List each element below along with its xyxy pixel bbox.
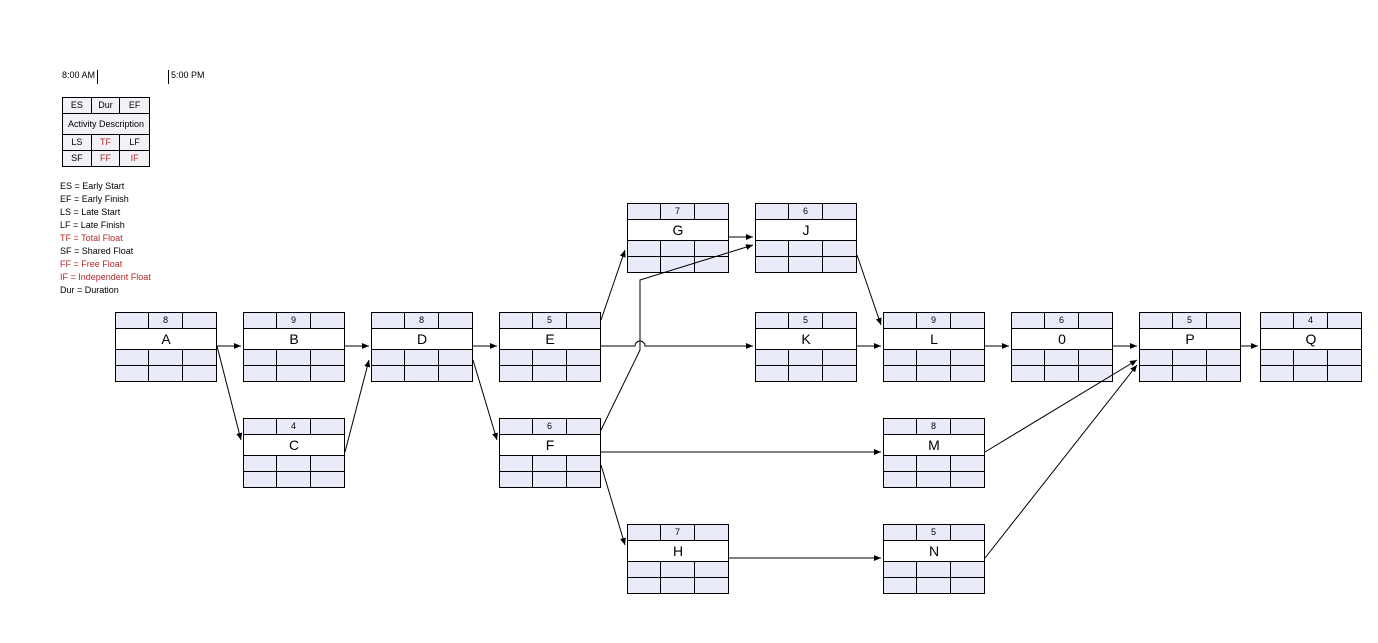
legend-ls: LS [63,135,92,150]
activity-K: 5 K [755,312,857,382]
activity-G: 7 G [627,203,729,273]
name-A: A [116,329,216,349]
time-end: 5:00 PM [171,70,205,80]
name-L: L [884,329,984,349]
dur-D: 8 [405,313,438,328]
name-O: 0 [1012,329,1112,349]
dur-A: 8 [149,313,182,328]
legend-box: ES Dur EF Activity Description LS TF LF … [62,97,150,167]
dur-H: 7 [661,525,694,540]
activity-N: 5 N [883,524,985,594]
dur-O: 6 [1045,313,1078,328]
def-ef: EF = Early Finish [60,193,151,206]
tick-icon [97,70,98,84]
def-dur: Dur = Duration [60,284,151,297]
def-sf: SF = Shared Float [60,245,151,258]
activity-E: 5 E [499,312,601,382]
name-F: F [500,435,600,455]
name-Q: Q [1261,329,1361,349]
activity-D: 8 D [371,312,473,382]
activity-A: 8 A [115,312,217,382]
def-lf: LF = Late Finish [60,219,151,232]
name-J: J [756,220,856,240]
def-es: ES = Early Start [60,180,151,193]
legend-sf: SF [63,151,92,166]
activity-J: 6 J [755,203,857,273]
def-ff: FF = Free Float [60,258,151,271]
legend-dur: Dur [92,98,121,113]
name-B: B [244,329,344,349]
activity-H: 7 H [627,524,729,594]
legend-ff: FF [92,151,121,166]
time-start: 8:00 AM [62,70,95,80]
def-tf: TF = Total Float [60,232,151,245]
activity-M: 8 M [883,418,985,488]
legend-ef: EF [120,98,149,113]
name-K: K [756,329,856,349]
activity-L: 9 L [883,312,985,382]
activity-B: 9 B [243,312,345,382]
activity-F: 6 F [499,418,601,488]
dur-L: 9 [917,313,950,328]
name-M: M [884,435,984,455]
dur-P: 5 [1173,313,1206,328]
legend-lf: LF [120,135,149,150]
legend-tf: TF [92,135,121,150]
pert-diagram: 8:00 AM 5:00 PM ES Dur EF Activity Descr… [0,0,1378,643]
dur-E: 5 [533,313,566,328]
legend-activity: Activity Description [63,114,149,134]
dur-K: 5 [789,313,822,328]
abbreviation-list: ES = Early Start EF = Early Finish LS = … [60,180,151,297]
tick-icon [168,70,169,84]
dur-F: 6 [533,419,566,434]
name-C: C [244,435,344,455]
dur-N: 5 [917,525,950,540]
name-E: E [500,329,600,349]
activity-Q: 4 Q [1260,312,1362,382]
dur-M: 8 [917,419,950,434]
dur-C: 4 [277,419,310,434]
name-H: H [628,541,728,561]
dur-G: 7 [661,204,694,219]
dur-Q: 4 [1294,313,1327,328]
def-if: IF = Independent Float [60,271,151,284]
activity-C: 4 C [243,418,345,488]
def-ls: LS = Late Start [60,206,151,219]
name-N: N [884,541,984,561]
name-D: D [372,329,472,349]
activity-O: 6 0 [1011,312,1113,382]
name-G: G [628,220,728,240]
legend-if: IF [120,151,149,166]
time-bar: 8:00 AM 5:00 PM [62,70,205,84]
dur-J: 6 [789,204,822,219]
dur-B: 9 [277,313,310,328]
legend-es: ES [63,98,92,113]
name-P: P [1140,329,1240,349]
activity-P: 5 P [1139,312,1241,382]
